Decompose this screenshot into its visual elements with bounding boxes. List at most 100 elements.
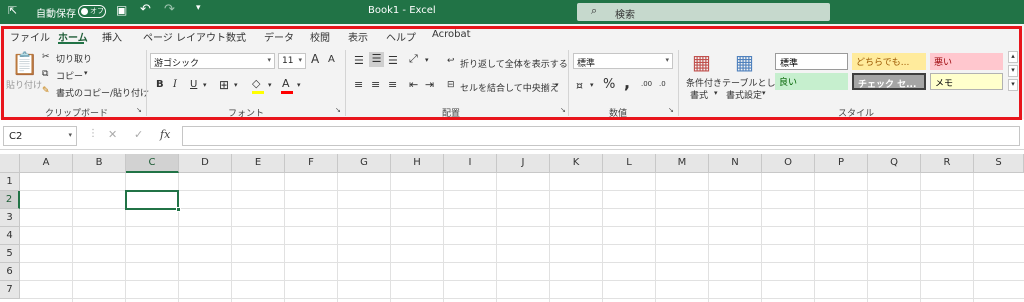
tab-data[interactable]: データ xyxy=(264,29,294,44)
align-right-icon[interactable]: ≡ xyxy=(388,78,397,91)
align-top-icon[interactable]: ☰ xyxy=(354,54,364,67)
column-header[interactable]: L xyxy=(603,154,656,173)
alignment-launcher-icon[interactable]: ↘ xyxy=(560,106,566,114)
column-header[interactable]: M xyxy=(656,154,709,173)
select-arrow-icon[interactable]: ⇱ xyxy=(8,4,17,17)
tab-review[interactable]: 校閲 xyxy=(310,29,330,44)
accounting-dropdown-icon[interactable]: ▾ xyxy=(590,81,594,89)
conditional-formatting-dropdown-icon[interactable]: ▾ xyxy=(714,89,718,97)
column-header[interactable]: G xyxy=(338,154,391,173)
format-as-table-line2[interactable]: 書式設定 xyxy=(726,88,762,101)
merge-dropdown-icon[interactable]: ▾ xyxy=(555,81,559,89)
column-header[interactable]: P xyxy=(815,154,868,173)
style-neutral[interactable]: どちらでも... xyxy=(852,53,926,70)
decrease-decimal-button[interactable]: .0 xyxy=(659,80,666,88)
fill-color-dropdown-icon[interactable]: ▾ xyxy=(268,81,272,89)
row-header[interactable]: 3 xyxy=(0,209,20,227)
column-header[interactable]: E xyxy=(232,154,285,173)
name-box[interactable]: C2 ▾ xyxy=(3,126,77,146)
format-painter-button[interactable]: 書式のコピー/貼り付け xyxy=(56,86,149,99)
column-header[interactable]: K xyxy=(550,154,603,173)
font-color-button[interactable]: A xyxy=(282,77,290,90)
column-header[interactable]: A xyxy=(20,154,73,173)
column-header[interactable]: I xyxy=(444,154,497,173)
column-header[interactable]: H xyxy=(391,154,444,173)
align-left-icon[interactable]: ≡ xyxy=(354,78,363,91)
tab-acrobat[interactable]: Acrobat xyxy=(432,29,471,40)
style-check-cell[interactable]: チェック セ... xyxy=(852,73,926,90)
grow-font-button[interactable]: A xyxy=(311,52,319,66)
tab-page-layout[interactable]: ページ レイアウト xyxy=(143,29,226,44)
italic-button[interactable]: I xyxy=(173,79,177,90)
styles-scroll-down-icon[interactable]: ▾ xyxy=(1008,65,1018,77)
column-header[interactable]: S xyxy=(974,154,1024,173)
copy-button[interactable]: コピー xyxy=(56,69,83,82)
row-header[interactable]: 7 xyxy=(0,281,20,299)
enter-button[interactable]: ✓ xyxy=(134,128,143,141)
align-middle-icon[interactable]: ☰ xyxy=(369,52,384,67)
column-header[interactable]: Q xyxy=(868,154,921,173)
fill-color-icon[interactable]: ◇ xyxy=(252,77,260,90)
save-icon[interactable]: ▣ xyxy=(116,3,127,17)
undo-icon[interactable]: ↶ xyxy=(140,2,151,17)
insert-function-button[interactable]: fx xyxy=(160,128,170,141)
increase-indent-icon[interactable]: ⇥ xyxy=(425,78,434,91)
orientation-dropdown-icon[interactable]: ▾ xyxy=(425,56,429,64)
column-header[interactable]: F xyxy=(285,154,338,173)
underline-button[interactable]: U xyxy=(190,79,197,90)
cut-button[interactable]: 切り取り xyxy=(56,52,92,65)
copy-icon[interactable]: ⧉ xyxy=(42,69,48,79)
orientation-icon[interactable]: ⤢ xyxy=(409,52,418,66)
font-name-select[interactable]: 游ゴシック ▾ xyxy=(150,53,275,69)
accounting-format-icon[interactable]: ¤ xyxy=(576,79,583,92)
clipboard-launcher-icon[interactable]: ↘ xyxy=(136,106,142,114)
font-launcher-icon[interactable]: ↘ xyxy=(335,106,341,114)
row-header-selected[interactable]: 2 xyxy=(0,191,20,209)
copy-dropdown-icon[interactable]: ▾ xyxy=(84,69,88,77)
fill-handle[interactable] xyxy=(176,207,181,212)
select-all-button[interactable] xyxy=(0,154,20,173)
format-painter-icon[interactable]: ✎ xyxy=(42,86,50,96)
customize-qat-icon[interactable]: ▾ xyxy=(196,3,201,13)
underline-dropdown-icon[interactable]: ▾ xyxy=(203,81,207,89)
column-header[interactable]: R xyxy=(921,154,974,173)
search-box[interactable]: ⌕ 検索 xyxy=(577,3,830,21)
cancel-button[interactable]: ✕ xyxy=(108,128,117,141)
align-bottom-icon[interactable]: ☰ xyxy=(388,54,398,67)
style-normal[interactable]: 標準 xyxy=(775,53,848,70)
column-header[interactable]: O xyxy=(762,154,815,173)
comma-button[interactable]: , xyxy=(624,73,630,92)
number-format-select[interactable]: 標準 ▾ xyxy=(573,53,673,69)
row-header[interactable]: 5 xyxy=(0,245,20,263)
number-launcher-icon[interactable]: ↘ xyxy=(668,106,674,114)
tab-insert[interactable]: 挿入 xyxy=(102,29,122,44)
tab-help[interactable]: ヘルプ xyxy=(386,29,416,44)
font-color-dropdown-icon[interactable]: ▾ xyxy=(297,81,301,89)
style-note[interactable]: メモ xyxy=(930,73,1003,90)
wrap-text-button[interactable]: 折り返して全体を表示する xyxy=(460,57,568,70)
merge-center-button[interactable]: セルを結合して中央揃え xyxy=(460,81,559,94)
row-header[interactable]: 6 xyxy=(0,263,20,281)
formula-input[interactable] xyxy=(182,126,1020,146)
redo-icon[interactable]: ↷ xyxy=(164,2,175,17)
borders-icon[interactable]: ⊞ xyxy=(219,78,229,92)
cut-icon[interactable]: ✂ xyxy=(42,52,50,62)
paste-button[interactable]: 貼り付け xyxy=(6,78,42,91)
tab-view[interactable]: 表示 xyxy=(348,29,368,44)
decrease-indent-icon[interactable]: ⇤ xyxy=(409,78,418,91)
align-center-icon[interactable]: ≡ xyxy=(371,78,380,91)
increase-decimal-button[interactable]: .00 xyxy=(641,80,652,88)
format-as-table-icon[interactable]: ▦ xyxy=(735,50,754,74)
row-header[interactable]: 1 xyxy=(0,173,20,191)
shrink-font-button[interactable]: A xyxy=(328,54,335,65)
styles-scroll-up-icon[interactable]: ▴ xyxy=(1008,51,1018,63)
tab-formulas[interactable]: 数式 xyxy=(226,29,246,44)
bold-button[interactable]: B xyxy=(156,79,164,90)
borders-dropdown-icon[interactable]: ▾ xyxy=(234,81,238,89)
column-header[interactable]: D xyxy=(179,154,232,173)
font-size-select[interactable]: 11 ▾ xyxy=(278,53,306,69)
conditional-formatting-icon[interactable]: ▦ xyxy=(692,50,711,74)
column-header[interactable]: J xyxy=(497,154,550,173)
paste-icon[interactable]: 📋 xyxy=(11,52,38,77)
autosave-toggle[interactable]: オフ xyxy=(78,5,106,18)
